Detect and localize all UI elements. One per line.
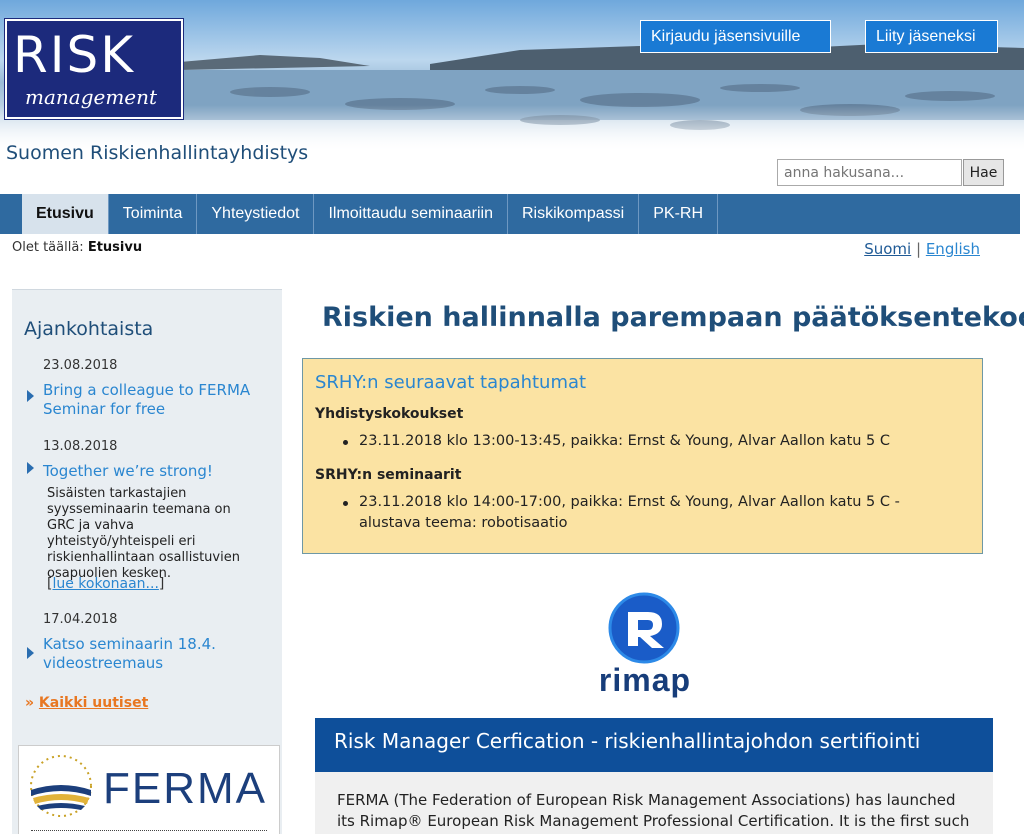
site-name: Suomen Riskienhallintayhdistys (6, 142, 309, 164)
site-header: RISK management Suomen Riskienhallintayh… (0, 0, 1024, 194)
site-logo[interactable]: RISK management (4, 18, 184, 120)
certification-body: FERMA (The Federation of European Risk M… (315, 772, 993, 834)
news-excerpt: Sisäisten tarkastajien syysseminaarin te… (47, 486, 240, 581)
main-navigation: Etusivu Toiminta Yhteystiedot Ilmoittaud… (0, 194, 1020, 234)
nav-item-yhteystiedot[interactable]: Yhteystiedot (197, 194, 315, 234)
news-date: 17.04.2018 (43, 612, 118, 627)
bullet-icon (343, 440, 348, 445)
events-section-heading: Yhdistyskokoukset (315, 406, 464, 422)
double-chevron-icon: » (25, 695, 35, 711)
news-heading: Ajankohtaista (24, 318, 154, 340)
rimap-logo[interactable]: rimap (594, 592, 694, 702)
news-link[interactable]: Katso seminaarin 18.4. videostreemaus (43, 635, 258, 673)
read-more: [lue kokonaan...] (47, 576, 165, 592)
logo-wordmark: RISK (13, 26, 136, 84)
certification-text: FERMA (The Federation of European Risk M… (337, 791, 970, 830)
breadcrumb: Olet täällä: Etusivu (12, 240, 142, 255)
breadcrumb-current: Etusivu (87, 240, 143, 255)
news-date: 13.08.2018 (43, 439, 118, 454)
divider (31, 830, 267, 831)
rimap-wordmark: rimap (598, 662, 692, 698)
news-date: 23.08.2018 (43, 358, 118, 373)
rimap-emblem-icon (608, 592, 680, 664)
certification-heading: Risk Manager Cerfication - riskienhallin… (315, 718, 993, 772)
nav-item-pk-rh[interactable]: PK-RH (639, 194, 718, 234)
arrow-right-icon (27, 647, 34, 659)
upcoming-events-box: SRHY:n seuraavat tapahtumat Yhdistyskoko… (302, 358, 983, 554)
ferma-banner[interactable]: FERMA (18, 745, 280, 834)
nav-item-riskikompassi[interactable]: Riskikompassi (508, 194, 640, 234)
news-link[interactable]: Together we’re strong! (43, 462, 258, 481)
page-title: Riskien hallinnalla parempaan päätöksent… (322, 302, 1024, 333)
arrow-right-icon (27, 390, 34, 402)
bullet-icon (343, 501, 348, 506)
all-news-link[interactable]: Kaikki uutiset (39, 695, 148, 711)
logo-subtext: management (25, 85, 158, 109)
all-news: » Kaikki uutiset (25, 695, 148, 711)
nav-item-etusivu[interactable]: Etusivu (22, 194, 109, 234)
search-button[interactable]: Hae (963, 159, 1004, 186)
join-button[interactable]: Liity jäseneksi (865, 20, 998, 53)
read-more-link[interactable]: lue kokonaan... (52, 576, 158, 592)
news-sidebar: Ajankohtaista 23.08.2018 Bring a colleag… (12, 289, 282, 834)
breadcrumb-prefix: Olet täällä: (12, 240, 84, 255)
lang-separator: | (915, 240, 922, 258)
events-title: SRHY:n seuraavat tapahtumat (315, 372, 587, 393)
nav-list: Etusivu Toiminta Yhteystiedot Ilmoittaud… (22, 194, 718, 234)
language-switcher: Suomi | English (864, 240, 980, 258)
event-item: 23.11.2018 klo 14:00-17:00, paikka: Erns… (359, 494, 900, 531)
nav-item-toiminta[interactable]: Toiminta (109, 194, 198, 234)
events-section-heading: SRHY:n seminaarit (315, 467, 462, 483)
nav-item-ilmoittaudu[interactable]: Ilmoittaudu seminaariin (314, 194, 508, 234)
ferma-wordmark: FERMA (103, 764, 267, 813)
search-input[interactable] (777, 159, 962, 186)
arrow-right-icon (27, 462, 34, 474)
news-link[interactable]: Bring a colleague to FERMA Seminar for f… (43, 381, 258, 419)
event-item: 23.11.2018 klo 13:00-13:45, paikka: Erns… (359, 433, 891, 449)
lang-en-link[interactable]: English (926, 240, 980, 258)
ferma-emblem-icon (30, 755, 92, 817)
member-login-button[interactable]: Kirjaudu jäsensivuille (640, 20, 831, 53)
lang-fi-link[interactable]: Suomi (864, 240, 911, 258)
